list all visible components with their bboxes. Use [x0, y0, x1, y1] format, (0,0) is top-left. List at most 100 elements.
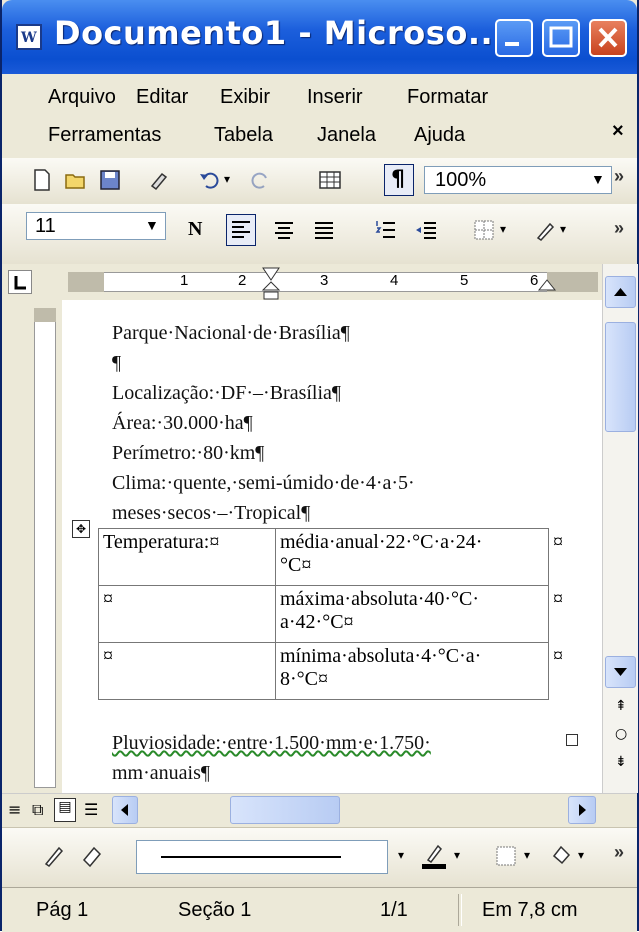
- right-indent-icon[interactable]: [536, 278, 558, 294]
- status-bar: Pág 1 Seção 1 1/1 Em 7,8 cm: [2, 887, 637, 932]
- table-cell[interactable]: mínima·absoluta·4·°C·a· 8·°C¤: [275, 642, 549, 700]
- align-left-button[interactable]: [226, 214, 256, 246]
- menu-arquivo[interactable]: Arquivo: [48, 86, 116, 109]
- table-cell[interactable]: média·anual·22·°C·a·24· °C¤: [275, 528, 549, 586]
- borders-icon[interactable]: [494, 844, 518, 868]
- shading-dropdown-icon[interactable]: ▾: [578, 848, 584, 862]
- save-icon[interactable]: [98, 168, 122, 192]
- status-pages: 1/1: [380, 899, 408, 921]
- borders-dropdown-icon[interactable]: ▾: [500, 222, 506, 236]
- table-resize-handle-icon[interactable]: [566, 734, 578, 746]
- arrow-down-icon: [614, 668, 627, 676]
- close-button[interactable]: [589, 19, 627, 57]
- menu-exibir[interactable]: Exibir: [220, 86, 270, 109]
- doc-line: Localização:·DF·–·Brasília¶: [112, 382, 341, 404]
- undo-dropdown-icon[interactable]: ▾: [224, 172, 230, 186]
- pencil-icon[interactable]: [42, 844, 66, 868]
- borders-dropdown-icon[interactable]: ▾: [524, 848, 530, 862]
- horizontal-ruler[interactable]: 1 2 3 4 5 6: [2, 264, 637, 301]
- normal-view-icon[interactable]: ≡: [8, 800, 21, 819]
- toolbar-options-icon[interactable]: »: [614, 842, 624, 863]
- doc-line: Área:·30.000·ha¶: [112, 412, 253, 434]
- previous-page-icon[interactable]: ⇞: [615, 698, 627, 714]
- numbered-list-icon[interactable]: [374, 218, 398, 242]
- table-cell[interactable]: ¤: [98, 585, 276, 643]
- shading-color-icon[interactable]: [548, 842, 574, 868]
- minimize-button[interactable]: [495, 19, 533, 57]
- menu-formatar[interactable]: Formatar: [407, 86, 488, 109]
- table-move-handle-icon[interactable]: ✥: [72, 520, 90, 538]
- table-row: ¤ máxima·absoluta·40·°C· a·42·°C¤ ¤: [98, 585, 574, 643]
- status-divider: [458, 894, 462, 926]
- pen-color-dropdown-icon[interactable]: ▾: [454, 848, 460, 862]
- menu-editar[interactable]: Editar: [136, 86, 188, 109]
- redo-icon[interactable]: [248, 168, 272, 192]
- scroll-up-button[interactable]: [605, 276, 636, 308]
- line-style-select[interactable]: [136, 840, 388, 874]
- select-browse-object-icon[interactable]: ○: [615, 726, 627, 742]
- vertical-scrollbar[interactable]: ⇞ ○ ⇟: [602, 264, 638, 793]
- vertical-ruler[interactable]: [2, 300, 63, 793]
- next-page-icon[interactable]: ⇟: [615, 754, 627, 770]
- window-title: Documento1 - Microso...: [54, 14, 506, 52]
- tab-selector[interactable]: [8, 270, 32, 294]
- indent-marker-icon[interactable]: [260, 266, 282, 300]
- web-layout-icon[interactable]: ⧉: [32, 800, 43, 820]
- open-folder-icon[interactable]: [64, 168, 88, 192]
- table-cell[interactable]: ¤: [98, 642, 276, 700]
- word-document-icon[interactable]: W: [16, 24, 42, 50]
- menu-ferramentas[interactable]: Ferramentas: [48, 124, 161, 147]
- eraser-icon[interactable]: [80, 844, 104, 868]
- drawing-toolbar: ▾ ▾ ▾ ▾ »: [2, 827, 637, 888]
- maximize-button[interactable]: [542, 19, 580, 57]
- toolbar-options-icon[interactable]: »: [614, 166, 624, 187]
- menu-inserir[interactable]: Inserir: [307, 86, 363, 109]
- scroll-thumb[interactable]: [605, 322, 636, 432]
- print-layout-icon[interactable]: ▤: [54, 798, 76, 822]
- left-tab-icon: [14, 276, 26, 290]
- borders-icon[interactable]: [472, 218, 496, 242]
- doc-line: Perímetro:·80·km¶: [112, 442, 265, 464]
- pen-color-icon[interactable]: [420, 842, 448, 870]
- insert-table-icon[interactable]: [318, 168, 342, 192]
- row-end-marker: ¤: [553, 587, 563, 610]
- close-document-icon[interactable]: ×: [612, 120, 624, 143]
- chevron-down-icon[interactable]: ▼: [145, 217, 159, 233]
- scroll-down-button[interactable]: [605, 656, 636, 688]
- bold-button[interactable]: N: [188, 218, 202, 241]
- align-justify-icon[interactable]: [312, 218, 336, 242]
- font-size-select[interactable]: 11 ▼: [26, 212, 166, 240]
- font-size-value: 11: [35, 215, 56, 237]
- align-center-icon[interactable]: [272, 218, 296, 242]
- ruler-number: 1: [180, 272, 189, 289]
- new-document-icon[interactable]: [30, 168, 54, 192]
- highlight-icon[interactable]: [532, 218, 556, 242]
- outline-view-icon[interactable]: ☰: [84, 800, 98, 819]
- status-position: Em 7,8 cm: [482, 899, 578, 921]
- align-left-icon: [232, 221, 250, 238]
- arrow-right-icon: [579, 804, 586, 816]
- highlight-dropdown-icon[interactable]: ▾: [560, 222, 566, 236]
- show-formatting-button[interactable]: ¶: [384, 164, 414, 196]
- table-cell[interactable]: máxima·absoluta·40·°C· a·42·°C¤: [275, 585, 549, 643]
- menu-janela[interactable]: Janela: [317, 124, 376, 147]
- ruler-number: 4: [390, 272, 399, 289]
- doc-line: Clima:·quente,·semi-úmido·de·4·a·5·: [112, 472, 415, 494]
- title-bar[interactable]: W Documento1 - Microso...: [2, 0, 637, 74]
- undo-icon[interactable]: [198, 168, 222, 192]
- horizontal-scroll-thumb[interactable]: [230, 796, 340, 824]
- table-cell[interactable]: Temperatura:¤: [98, 528, 276, 586]
- menu-tabela[interactable]: Tabela: [214, 124, 273, 147]
- decrease-indent-icon[interactable]: [414, 218, 438, 242]
- document-area[interactable]: Parque·Nacional·de·Brasília¶ ¶ Localizaç…: [62, 300, 602, 793]
- zoom-select[interactable]: 100% ▼: [424, 166, 612, 194]
- table-row: ¤ mínima·absoluta·4·°C·a· 8·°C¤ ¤: [98, 642, 574, 700]
- menu-ajuda[interactable]: Ajuda: [414, 124, 465, 147]
- standard-toolbar: ▾ ¶ 100% ▼ »: [2, 158, 637, 205]
- scroll-left-button[interactable]: [112, 796, 138, 824]
- toolbar-options-icon[interactable]: »: [614, 218, 624, 239]
- line-style-dropdown-icon[interactable]: ▾: [398, 848, 404, 862]
- scroll-right-button[interactable]: [568, 796, 596, 824]
- format-painter-icon[interactable]: [148, 168, 172, 192]
- chevron-down-icon[interactable]: ▼: [591, 171, 605, 187]
